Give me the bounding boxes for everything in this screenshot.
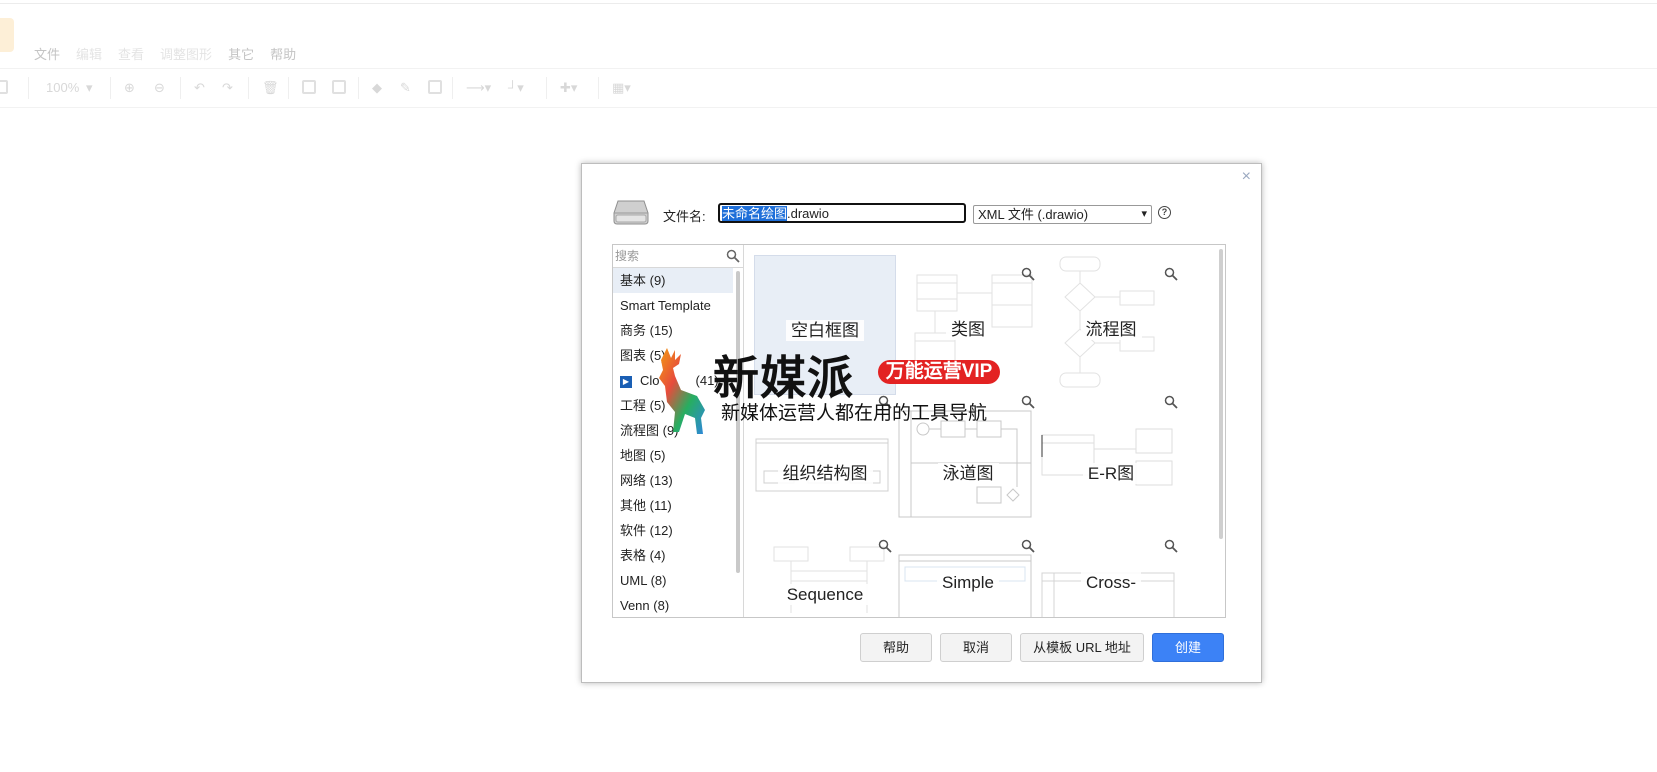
template-simple[interactable]: Simple (897, 539, 1039, 617)
window-top-border (0, 3, 1657, 4)
menu-file[interactable]: 文件 (34, 44, 60, 64)
filename-extension: .drawio (787, 206, 829, 221)
category-smart-template[interactable]: Smart Template (613, 293, 733, 318)
file-format-value: XML 文件 (.drawio) (978, 207, 1089, 222)
magnify-icon[interactable] (878, 539, 892, 553)
menu-view[interactable]: 查看 (118, 44, 144, 64)
category-basic[interactable]: 基本 (9) (613, 268, 733, 293)
insert-icon[interactable]: ✚▾ (560, 80, 577, 96)
category-other[interactable]: 其他 (11) (613, 493, 733, 518)
category-uml[interactable]: UML (8) (613, 568, 733, 593)
delete-icon[interactable]: 🗑 (262, 80, 279, 96)
format-panel-icon[interactable] (0, 80, 8, 96)
magnify-icon[interactable] (1164, 267, 1178, 281)
from-template-url-button[interactable]: 从模板 URL 地址 (1020, 633, 1144, 662)
app-logo (0, 18, 14, 52)
shadow-icon[interactable] (428, 80, 442, 96)
filename-input[interactable]: 未命名绘图.drawio (718, 203, 966, 223)
play-icon: ▶ (620, 375, 632, 388)
fill-color-icon[interactable]: ◆ (372, 80, 382, 96)
template-er-diagram[interactable]: E-R图 (1040, 395, 1182, 539)
zoom-in-icon[interactable]: ⊕ (124, 80, 135, 96)
help-button[interactable]: 帮助 (860, 633, 932, 662)
template-swimlane-label: 泳道图 (937, 463, 999, 484)
watermark: 新媒派 万能运营VIP 新媒体运营人都在用的工具导航 (645, 340, 1005, 440)
menu-extras[interactable]: 其它 (228, 44, 254, 64)
category-list: 基本 (9) Smart Template 商务 (15) 图表 (5) ▶ Cl… (613, 268, 733, 617)
sequence-thumbnail (773, 546, 885, 613)
filename-selected-text: 未命名绘图 (722, 206, 788, 221)
line-color-icon[interactable]: ✎ (400, 80, 411, 96)
watermark-badge: 万能运营VIP (878, 360, 1000, 384)
toolbar: 100% ▾ ⊕ ⊖ ↶ ↷ 🗑 ◆ ✎ ⟶▾ ┘▾ ✚▾ ▦▾ (0, 68, 1657, 108)
search-icon[interactable] (726, 249, 740, 263)
deer-logo-icon (659, 348, 705, 434)
magnify-icon[interactable] (1021, 539, 1035, 553)
create-button[interactable]: 创建 (1152, 633, 1224, 662)
template-simple-label: Simple (937, 572, 999, 593)
zoom-level[interactable]: 100% (46, 80, 79, 96)
hard-drive-icon (613, 200, 649, 225)
category-tables[interactable]: 表格 (4) (613, 543, 733, 568)
template-er-diagram-label: E-R图 (1082, 463, 1140, 484)
template-search-input[interactable]: 搜索 (615, 246, 730, 266)
redo-icon[interactable]: ↷ (222, 80, 233, 96)
magnify-icon[interactable] (1021, 267, 1035, 281)
watermark-subtitle: 新媒体运营人都在用的工具导航 (721, 403, 988, 424)
filename-label: 文件名: (663, 209, 706, 224)
template-sequence[interactable]: Sequence (754, 539, 896, 617)
undo-icon[interactable]: ↶ (194, 80, 205, 96)
category-venn[interactable]: Venn (8) (613, 593, 733, 617)
magnify-icon[interactable] (1021, 395, 1035, 409)
magnify-icon[interactable] (1164, 395, 1178, 409)
menu-bar: 文件 编辑 查看 调整图形 其它 帮助 (34, 44, 312, 64)
zoom-dropdown-icon[interactable]: ▾ (86, 80, 93, 96)
to-front-icon[interactable] (302, 80, 316, 96)
template-flowchart-label: 流程图 (1080, 319, 1142, 340)
connection-icon[interactable]: ⟶▾ (466, 80, 491, 96)
to-back-icon[interactable] (332, 80, 346, 96)
help-icon[interactable]: ? (1158, 206, 1171, 219)
menu-arrange[interactable]: 调整图形 (160, 44, 212, 64)
chevron-down-icon: ▾ (1141, 208, 1147, 220)
menu-edit[interactable]: 编辑 (76, 44, 102, 64)
close-icon[interactable]: × (1242, 168, 1251, 186)
waypoints-icon[interactable]: ┘▾ (508, 80, 524, 96)
template-class-diagram-label: 类图 (946, 319, 990, 340)
cancel-button[interactable]: 取消 (940, 633, 1012, 662)
template-flowchart[interactable]: 流程图 (1040, 255, 1182, 395)
table-icon[interactable]: ▦▾ (612, 80, 631, 96)
magnify-icon[interactable] (1164, 539, 1178, 553)
template-sequence-label: Sequence (781, 584, 869, 605)
template-grid-scrollbar[interactable] (1219, 249, 1223, 539)
category-network[interactable]: 网络 (13) (613, 468, 733, 493)
template-org-chart-label: 组织结构图 (777, 463, 873, 484)
file-format-select[interactable]: XML 文件 (.drawio) ▾ (973, 205, 1152, 224)
zoom-out-icon[interactable]: ⊖ (154, 80, 165, 96)
category-software[interactable]: 软件 (12) (613, 518, 733, 543)
category-maps[interactable]: 地图 (5) (613, 443, 733, 468)
template-cross-functional[interactable]: Cross- (1040, 539, 1182, 617)
template-blank-label: 空白框图 (786, 320, 864, 341)
menu-help[interactable]: 帮助 (270, 44, 296, 64)
template-cross-functional-label: Cross- (1080, 572, 1142, 593)
